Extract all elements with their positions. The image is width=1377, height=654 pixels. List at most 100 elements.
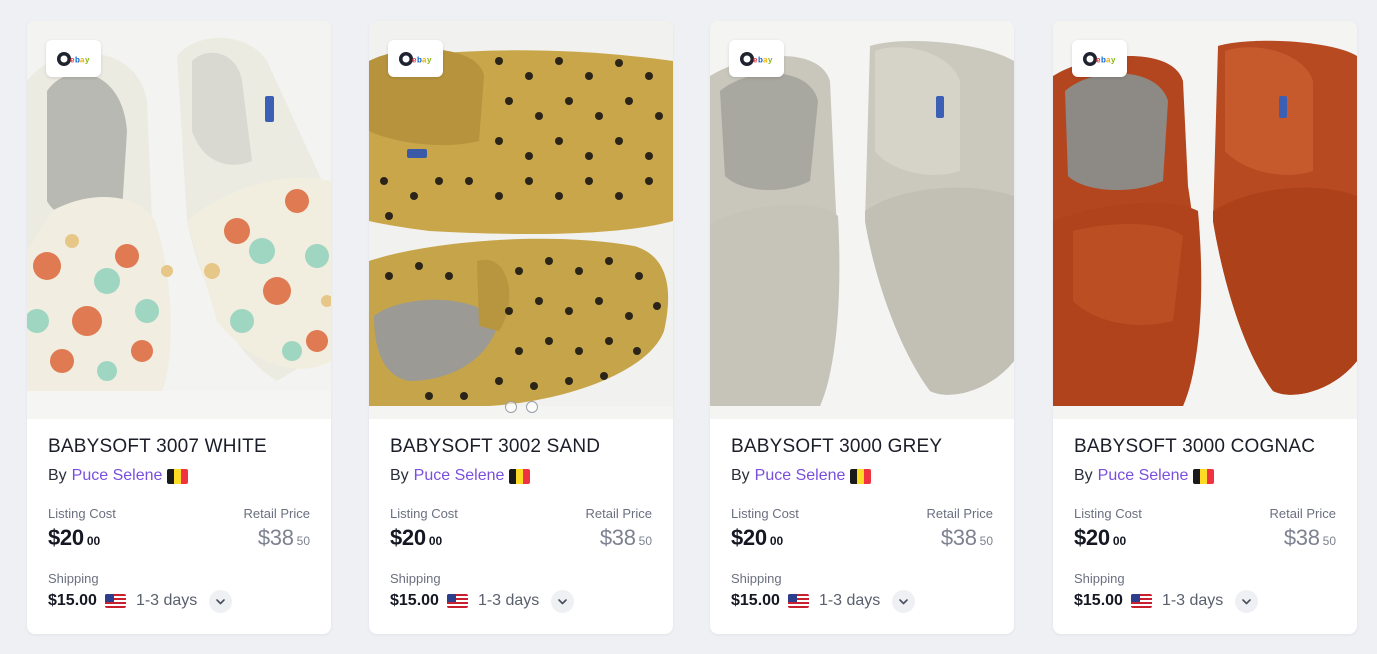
listing-cost: Listing Cost $20 00 [48, 506, 116, 551]
price-row: Listing Cost $20 00 Retail Price $38 50 [731, 506, 993, 551]
retail-price-main: $38 [599, 525, 636, 550]
shipping-days: 1-3 days [135, 592, 198, 609]
shipping-days: 1-3 days [477, 592, 540, 609]
shipping-expand-button[interactable] [551, 589, 575, 613]
carousel-dots [369, 401, 673, 413]
product-card[interactable]: e b a y BABYSOFT 3007 WHITE By Puce Sele… [27, 21, 331, 634]
svg-text:y: y [768, 55, 773, 64]
product-title[interactable]: BABYSOFT 3007 WHITE [48, 435, 310, 459]
by-label: By [1074, 467, 1093, 484]
retail-price-label: Retail Price [1269, 506, 1336, 521]
retail-price-cents: 50 [1322, 534, 1336, 548]
shipping-label: Shipping [731, 571, 782, 586]
seller-line: By Puce Selene [1074, 466, 1336, 486]
product-title[interactable]: BABYSOFT 3002 SAND [390, 435, 652, 459]
shipping-label: Shipping [390, 571, 441, 586]
retail-price-main: $38 [940, 525, 977, 550]
retail-price-label: Retail Price [243, 506, 310, 521]
retail-price-cents: 50 [296, 534, 310, 548]
shipping-expand-button[interactable] [1235, 589, 1259, 613]
product-card[interactable]: e b a y BABYSOFT 3000 COGNAC By Puce Sel… [1053, 21, 1357, 634]
listing-cost-value: $20 00 [48, 525, 116, 551]
product-title[interactable]: BABYSOFT 3000 COGNAC [1074, 435, 1336, 459]
product-image[interactable]: e b a y [27, 21, 331, 419]
listing-cost-value: $20 00 [390, 525, 458, 551]
retail-price-value: $38 50 [1270, 525, 1336, 551]
listing-cost-value: $20 00 [731, 525, 799, 551]
shoe-photo-grey-leather [710, 21, 1014, 419]
price-row: Listing Cost $20 00 Retail Price $38 50 [48, 506, 310, 551]
retail-price-label: Retail Price [926, 506, 993, 521]
shipping-cost: $15.00 [390, 592, 439, 609]
listing-cost-main: $20 [390, 525, 426, 550]
usa-flag-icon [787, 594, 809, 608]
ebay-marketplace-badge: e b a y [388, 40, 443, 77]
retail-price-value: $38 50 [927, 525, 993, 551]
belgium-flag-icon [1193, 468, 1215, 484]
listing-cost-cents: 00 [1112, 534, 1127, 548]
by-label: By [390, 467, 409, 484]
listing-cost-cents: 00 [428, 534, 443, 548]
ebay-marketplace-badge: e b a y [46, 40, 101, 77]
by-label: By [48, 467, 67, 484]
ebay-marketplace-badge: e b a y [1072, 40, 1127, 77]
usa-flag-icon [104, 594, 126, 608]
product-title[interactable]: BABYSOFT 3000 GREY [731, 435, 993, 459]
shoe-photo-cognac-leather [1053, 21, 1357, 419]
shipping-row: $15.00 1-3 days [1074, 589, 1336, 613]
carousel-dot[interactable] [504, 401, 517, 413]
ebay-logo-icon: e b a y [56, 51, 90, 66]
retail-price-label: Retail Price [585, 506, 652, 521]
product-card[interactable]: e b a y BABYSOFT 3002 SAND By Puce Selen… [369, 21, 673, 634]
retail-price: Retail Price $38 50 [586, 506, 652, 551]
shipping-row: $15.00 1-3 days [731, 589, 993, 613]
shipping-row: $15.00 1-3 days [48, 589, 310, 613]
seller-link[interactable]: Puce Selene [755, 466, 846, 486]
usa-flag-icon [1130, 594, 1152, 608]
chevron-down-icon [1242, 598, 1252, 604]
carousel-dot[interactable] [525, 401, 538, 413]
chevron-down-icon [558, 598, 568, 604]
ebay-marketplace-badge: e b a y [729, 40, 784, 77]
product-image[interactable]: e b a y [710, 21, 1014, 419]
chevron-down-icon [899, 598, 909, 604]
seller-line: By Puce Selene [731, 466, 993, 486]
svg-text:y: y [85, 55, 90, 64]
shipping-cost: $15.00 [731, 592, 780, 609]
usa-flag-icon [446, 594, 468, 608]
retail-price-value: $38 50 [244, 525, 310, 551]
listing-cost-cents: 00 [86, 534, 101, 548]
shipping-cost: $15.00 [1074, 592, 1123, 609]
retail-price-cents: 50 [979, 534, 993, 548]
listing-cost-label: Listing Cost [731, 506, 799, 521]
retail-price-main: $38 [257, 525, 294, 550]
ebay-logo-icon: e b a y [1082, 51, 1116, 66]
shipping-expand-button[interactable] [892, 589, 916, 613]
retail-price-value: $38 50 [586, 525, 652, 551]
svg-text:y: y [427, 55, 432, 64]
product-card[interactable]: e b a y BABYSOFT 3000 GREY By Puce Selen… [710, 21, 1014, 634]
shipping-expand-button[interactable] [209, 589, 233, 613]
listing-cost-main: $20 [48, 525, 84, 550]
belgium-flag-icon [167, 468, 189, 484]
product-image[interactable]: e b a y [369, 21, 673, 419]
by-label: By [731, 467, 750, 484]
retail-price-main: $38 [1283, 525, 1320, 550]
shipping-label: Shipping [1074, 571, 1125, 586]
listing-cost-value: $20 00 [1074, 525, 1142, 551]
listing-cost-main: $20 [1074, 525, 1110, 550]
retail-price: Retail Price $38 50 [927, 506, 993, 551]
seller-link[interactable]: Puce Selene [72, 466, 163, 486]
product-grid: e b a y BABYSOFT 3007 WHITE By Puce Sele… [0, 0, 1377, 654]
seller-link[interactable]: Puce Selene [1098, 466, 1189, 486]
listing-cost-label: Listing Cost [48, 506, 116, 521]
listing-cost: Listing Cost $20 00 [731, 506, 799, 551]
seller-link[interactable]: Puce Selene [414, 466, 505, 486]
belgium-flag-icon [509, 468, 531, 484]
seller-line: By Puce Selene [48, 466, 310, 486]
listing-cost: Listing Cost $20 00 [390, 506, 458, 551]
product-image[interactable]: e b a y [1053, 21, 1357, 419]
svg-text:y: y [1111, 55, 1116, 64]
ebay-logo-icon: e b a y [739, 51, 773, 66]
ebay-logo-icon: e b a y [398, 51, 432, 66]
